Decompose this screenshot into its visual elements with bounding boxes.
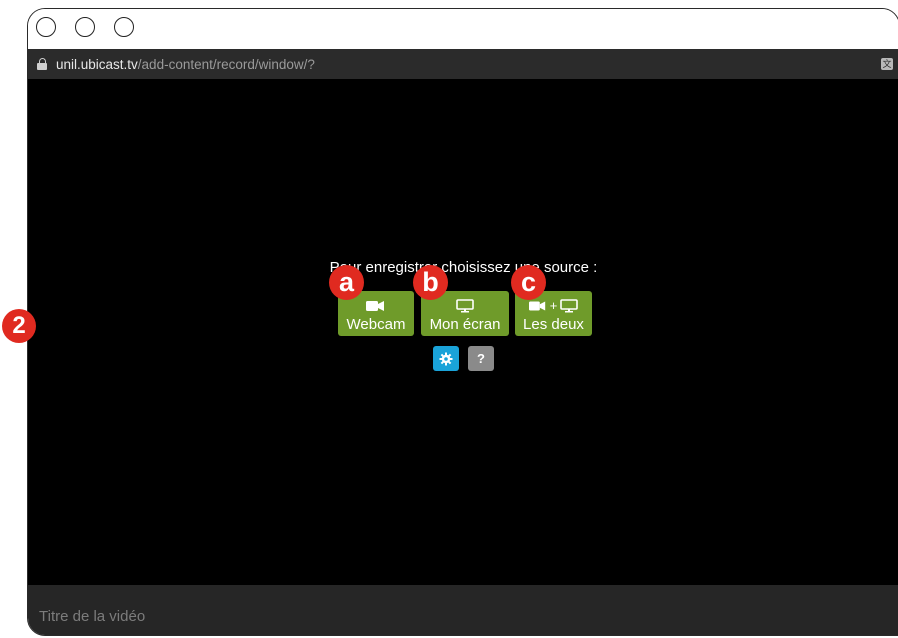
window-titlebar [28, 9, 898, 49]
browser-window: unil.ubicast.tv/add-content/record/windo… [27, 8, 898, 636]
annotation-badge-b: b [413, 265, 448, 300]
monitor-icon [456, 299, 474, 313]
translate-icon[interactable]: 文 [881, 58, 893, 70]
window-maximize-button[interactable] [114, 17, 134, 37]
help-button[interactable]: ? [468, 346, 494, 371]
camera-icon [366, 301, 384, 311]
address-bar[interactable]: unil.ubicast.tv/add-content/record/windo… [28, 49, 898, 79]
both-sources-label: Les deux [523, 316, 584, 333]
lock-icon [37, 58, 48, 70]
step-badge: 2 [2, 309, 36, 343]
annotation-badge-c: c [511, 265, 546, 300]
plus-sign: + [549, 298, 558, 313]
window-minimize-button[interactable] [75, 17, 95, 37]
annotation-badge-a: a [329, 265, 364, 300]
recorder-area: Pour enregistrer choisissez une source :… [28, 79, 898, 585]
monitor-icon [560, 299, 579, 313]
gear-icon [439, 352, 453, 365]
url-path: /add-content/record/window/? [137, 56, 315, 72]
source-prompt: Pour enregistrer choisissez une source : [329, 259, 598, 276]
url-text[interactable]: unil.ubicast.tv/add-content/record/windo… [56, 57, 315, 72]
video-title-input[interactable] [28, 585, 898, 635]
settings-button[interactable] [433, 346, 459, 371]
webcam-label: Webcam [346, 316, 406, 333]
camera-icon [528, 301, 545, 311]
window-close-button[interactable] [36, 17, 56, 37]
video-title-bar [28, 585, 898, 635]
screen-label: Mon écran [429, 316, 501, 333]
url-host: unil.ubicast.tv [56, 56, 138, 72]
